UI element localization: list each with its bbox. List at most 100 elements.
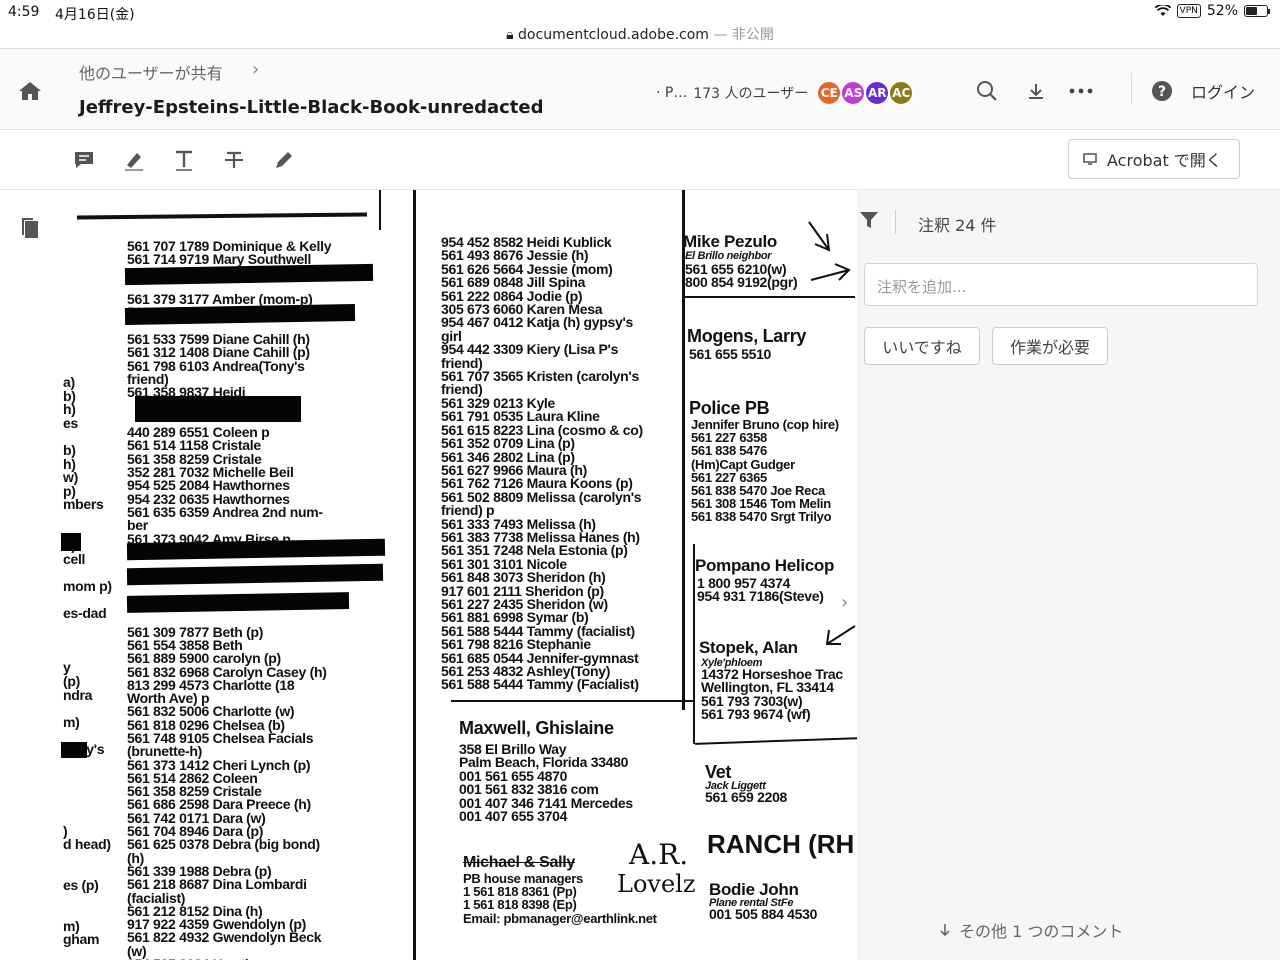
url-text: documentcloud.adobe.com: [518, 27, 709, 43]
chevron-right-icon: ›: [252, 59, 260, 80]
header-divider: [895, 210, 896, 234]
more-comments-link[interactable]: その他 1 つのコメント: [939, 918, 1123, 942]
handwritten-arrow-icon: [808, 221, 851, 281]
entry-divider: [451, 700, 693, 702]
column-divider: [379, 190, 381, 230]
users-count: 173 人のユーザー: [693, 86, 809, 102]
chevron-right-icon[interactable]: ›: [841, 592, 848, 613]
battery-percent: 52%: [1206, 3, 1238, 19]
michael-sally-name: Michael & Sally: [463, 854, 575, 871]
police-details: Jennifer Bruno (cop hire) 561 227 6358 5…: [691, 417, 839, 525]
redaction-bar: [126, 563, 384, 586]
like-button[interactable]: いいですね: [864, 327, 980, 365]
pencil-icon: [276, 152, 292, 168]
column-divider: [76, 212, 368, 220]
pezulo-details: 561 655 6210(w) 800 854 9192(pgr): [685, 261, 798, 291]
entry-divider: [685, 296, 855, 298]
redaction-bar: [135, 396, 301, 422]
comments-panel: 注釈 24 件 注釈を追加... いいですね 作業が必要 その他 1 つのコメン…: [857, 190, 1280, 960]
avatar[interactable]: AC: [888, 80, 915, 106]
maxwell-name: Maxwell, Ghislaine: [459, 718, 614, 738]
breadcrumb[interactable]: 他のユーザーが共有: [79, 60, 223, 84]
pezulo-name: Mike Pezulo: [683, 232, 778, 251]
draw-tool[interactable]: [272, 148, 296, 172]
redaction-bar: [61, 533, 81, 551]
strikethrough-icon: [225, 151, 243, 168]
highlight-tool[interactable]: [122, 148, 146, 172]
open-in-acrobat-label: Acrobat で開く: [1107, 151, 1222, 170]
privacy-label: — 非公開: [713, 27, 774, 43]
vet-details: 561 659 2208: [705, 789, 788, 805]
redaction-bar: [126, 538, 386, 561]
handwritten-annotation: A.R.: [629, 838, 689, 871]
comments-header: 注釈 24 件: [857, 206, 1280, 236]
arrow-down-icon: [940, 924, 950, 937]
download-icon: [1029, 84, 1043, 99]
vpn-badge: VPN: [1176, 4, 1201, 18]
stopek-name: Stopek, Alan: [699, 638, 798, 657]
mogens-details: 561 655 5510: [689, 346, 772, 362]
document-title: Jeffrey-Epsteins-Little-Black-Book-unred…: [79, 97, 544, 118]
lock-icon: 🔒︎: [506, 27, 514, 43]
needs-work-button[interactable]: 作業が必要: [992, 327, 1108, 365]
highlighter-icon: [125, 153, 143, 171]
more-button[interactable]: [1067, 77, 1095, 105]
comment-icon: [75, 152, 93, 168]
search-icon: [977, 81, 997, 101]
avatar[interactable]: AR: [864, 80, 891, 106]
more-comments-label: その他 1 つのコメント: [959, 922, 1124, 941]
pompano-details: 1 800 957 4374 954 931 7186(Steve): [697, 575, 824, 605]
open-in-acrobat-button[interactable]: Acrobat で開く: [1068, 139, 1240, 179]
annotation-toolbar: Acrobat で開く: [0, 130, 1280, 190]
ranch-heading: RANCH (RH: [707, 829, 855, 859]
status-indicators: VPN 52%: [1154, 3, 1270, 19]
strikethrough-tool[interactable]: [222, 148, 246, 172]
comment-tool[interactable]: [72, 148, 96, 172]
text-tool[interactable]: [172, 148, 196, 172]
avatar[interactable]: AS: [840, 80, 867, 106]
middle-contacts-column: 954 452 8582 Heidi Kublick 561 493 8676 …: [441, 234, 643, 693]
svg-text:?: ?: [1158, 84, 1166, 100]
handwritten-annotation: Lovelz: [617, 870, 696, 898]
download-button[interactable]: [1022, 77, 1050, 105]
help-button[interactable]: ?: [1148, 77, 1176, 105]
status-date: 4月16日(金): [55, 7, 135, 23]
more-horizontal-icon: [1069, 88, 1093, 94]
filter-icon[interactable]: [859, 210, 879, 230]
shared-users[interactable]: · P… 173 人のユーザー CE AS AR AC: [656, 80, 915, 106]
pompano-name: Pompano Helicop: [695, 556, 835, 575]
entry-divider: [693, 544, 695, 744]
status-time: 4:59: [8, 4, 40, 20]
owner-short: · P…: [656, 85, 688, 101]
left-rail: [0, 190, 61, 960]
maxwell-details: 358 El Brillo Way Palm Beach, Florida 33…: [459, 741, 633, 825]
handwritten-arrow-icon: [825, 625, 856, 645]
bodie-details: 001 505 884 4530: [709, 906, 818, 922]
entry-divider: [695, 737, 857, 745]
header-divider: [1131, 73, 1132, 105]
search-button[interactable]: [973, 77, 1001, 105]
text-icon: [176, 150, 192, 171]
home-icon[interactable]: [17, 79, 43, 103]
battery-icon: [1244, 5, 1270, 17]
redaction-bar: [61, 742, 87, 758]
comment-count: 注釈 24 件: [918, 216, 997, 235]
app-header: 他のユーザーが共有 › Jeffrey-Epsteins-Little-Blac…: [0, 48, 1280, 130]
police-name: Police PB: [689, 398, 770, 418]
browser-url-bar[interactable]: 🔒︎ documentcloud.adobe.com — 非公開: [0, 24, 1280, 46]
redaction-bar: [124, 263, 374, 286]
avatar-group[interactable]: CE AS AR AC: [816, 80, 915, 106]
avatar[interactable]: CE: [816, 80, 843, 106]
mogens-name: Mogens, Larry: [687, 326, 807, 346]
add-comment-input[interactable]: 注釈を追加...: [864, 263, 1258, 306]
pages-icon[interactable]: [20, 216, 40, 240]
document-viewer[interactable]: a) b) h) es b) h) w) p) mbers h) cell mo…: [61, 190, 857, 960]
wifi-icon: [1154, 5, 1171, 16]
stopek-details: 14372 Horseshoe Trac Wellington, FL 3341…: [701, 666, 843, 723]
left-edge-column: a) b) h) es b) h) w) p) mbers h) cell mo…: [63, 374, 112, 948]
help-icon: ?: [1152, 81, 1172, 101]
ios-status-bar: 4:59 4月16日(金) VPN 52%: [0, 0, 1280, 24]
login-link[interactable]: ログイン: [1191, 79, 1255, 103]
column-divider: [413, 190, 416, 960]
vet-name: Vet: [705, 762, 732, 782]
